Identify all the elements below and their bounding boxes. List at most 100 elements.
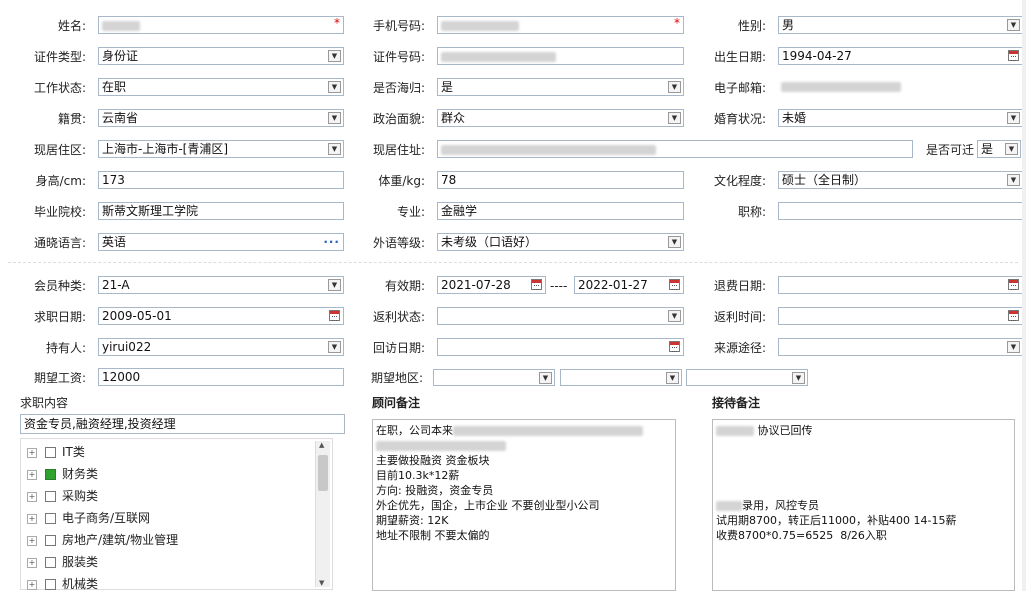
tree-item-it[interactable]: + IT类: [27, 443, 85, 461]
gender-select[interactable]: 男 ▼: [778, 16, 1023, 34]
advisor-note-line: 地址不限制 不要太偏的: [376, 529, 490, 542]
advisor-notes-textarea[interactable]: 在职，公司本来 主要做投融资 资金板块 目前10.3k*12薪 方向: 投融资，…: [372, 419, 676, 591]
idno-field[interactable]: [437, 47, 684, 65]
checkbox[interactable]: [45, 535, 56, 546]
phone-field[interactable]: *: [437, 16, 684, 34]
residence-select[interactable]: 上海市-上海市-[青浦区] ▼: [98, 140, 344, 158]
checkbox[interactable]: [45, 491, 56, 502]
region-city-select[interactable]: ▼: [560, 369, 682, 386]
chevron-down-icon[interactable]: ▼: [328, 341, 341, 353]
page-scrollbar[interactable]: [1022, 0, 1026, 591]
name-field[interactable]: *: [98, 16, 344, 34]
checkbox[interactable]: [45, 579, 56, 590]
calendar-icon[interactable]: [1008, 50, 1019, 61]
expand-icon[interactable]: +: [27, 535, 37, 546]
scroll-thumb[interactable]: [318, 455, 328, 491]
chevron-down-icon[interactable]: ▼: [668, 112, 681, 124]
idtype-select[interactable]: 身份证 ▼: [98, 47, 344, 65]
checkbox[interactable]: [45, 447, 56, 458]
checkbox-checked[interactable]: [45, 469, 56, 480]
scroll-up-icon[interactable]: ▲: [319, 441, 324, 449]
rebatetime-field[interactable]: [778, 307, 1023, 325]
calendar-icon[interactable]: [531, 279, 542, 290]
relocate-select[interactable]: 是 ▼: [977, 140, 1021, 158]
chevron-down-icon[interactable]: ▼: [668, 310, 681, 322]
idtype-label: 证件类型:: [33, 50, 86, 64]
expand-icon[interactable]: +: [27, 469, 37, 480]
advisor-note-line: 目前10.3k*12薪: [376, 469, 460, 482]
chevron-down-icon[interactable]: ▼: [539, 372, 552, 384]
valid-to-field[interactable]: 2022-01-27: [574, 276, 684, 294]
political-select[interactable]: 群众 ▼: [437, 109, 684, 127]
address-field[interactable]: [437, 140, 913, 158]
tree-item-machinery[interactable]: + 机械类: [27, 575, 98, 593]
chevron-down-icon[interactable]: ▼: [1007, 19, 1020, 31]
calendar-icon[interactable]: [669, 279, 680, 290]
school-field[interactable]: 斯蒂文斯理工学院: [98, 202, 344, 220]
foreign-select[interactable]: 未考级（口语好） ▼: [437, 233, 684, 251]
chevron-down-icon[interactable]: ▼: [328, 50, 341, 62]
chevron-down-icon[interactable]: ▼: [328, 112, 341, 124]
language-label: 通晓语言:: [33, 236, 86, 250]
expand-icon[interactable]: +: [27, 491, 37, 502]
checkbox[interactable]: [45, 557, 56, 568]
tree-item-finance[interactable]: + 财务类: [27, 465, 98, 483]
weight-field[interactable]: 78: [437, 171, 684, 189]
region-district-select[interactable]: ▼: [686, 369, 808, 386]
chevron-down-icon[interactable]: ▼: [1007, 174, 1020, 186]
height-field[interactable]: 173: [98, 171, 344, 189]
expand-icon[interactable]: +: [27, 557, 37, 568]
chevron-down-icon[interactable]: ▼: [1005, 143, 1018, 155]
region-province-select[interactable]: ▼: [433, 369, 555, 386]
rebate-select[interactable]: ▼: [437, 307, 684, 325]
tree-item-realestate[interactable]: + 房地产/建筑/物业管理: [27, 531, 178, 549]
reception-notes-textarea[interactable]: 协议已回传 录用，风控专员 试用期8700，转正后11000，补贴400 14-…: [712, 419, 1015, 591]
email-field[interactable]: [778, 78, 1023, 96]
education-select[interactable]: 硕士（全日制） ▼: [778, 171, 1023, 189]
scroll-down-icon[interactable]: ▼: [319, 579, 324, 587]
job-selected-field[interactable]: 资金专员,融资经理,投资经理: [20, 414, 345, 434]
checkbox[interactable]: [45, 513, 56, 524]
jobdate-field[interactable]: 2009-05-01: [98, 307, 344, 325]
native-select[interactable]: 云南省 ▼: [98, 109, 344, 127]
tree-item-ecommerce[interactable]: + 电子商务/互联网: [27, 509, 150, 527]
tree-scrollbar[interactable]: ▲ ▼: [315, 441, 330, 587]
work-select[interactable]: 在职 ▼: [98, 78, 344, 96]
holder-label: 持有人:: [45, 341, 86, 355]
calendar-icon[interactable]: [329, 310, 340, 321]
language-field[interactable]: 英语 ···: [98, 233, 344, 251]
chevron-down-icon[interactable]: ▼: [792, 372, 805, 384]
calendar-icon[interactable]: [669, 341, 680, 352]
holder-select[interactable]: yirui022 ▼: [98, 338, 344, 356]
birth-date-field[interactable]: 1994-04-27: [778, 47, 1023, 65]
job-category-tree: + IT类 + 财务类 + 采购类 + 电子商务/互联网 + 房地产/建筑/物业管理 + 服…: [20, 438, 333, 593]
calendar-icon[interactable]: [1008, 310, 1019, 321]
title-field[interactable]: [778, 202, 1023, 220]
chevron-down-icon[interactable]: ▼: [1007, 112, 1020, 124]
chevron-down-icon[interactable]: ▼: [1007, 341, 1020, 353]
rebatetime-label: 返利时间:: [713, 310, 766, 324]
job-panel-title: 求职内容: [20, 396, 69, 410]
member-select[interactable]: 21-A ▼: [98, 276, 344, 294]
chevron-down-icon[interactable]: ▼: [328, 81, 341, 93]
calendar-icon[interactable]: [1008, 279, 1019, 290]
valid-from-field[interactable]: 2021-07-28: [437, 276, 546, 294]
chevron-down-icon[interactable]: ▼: [668, 81, 681, 93]
marital-select[interactable]: 未婚 ▼: [778, 109, 1023, 127]
tree-item-purchase[interactable]: + 采购类: [27, 487, 98, 505]
returnee-select[interactable]: 是 ▼: [437, 78, 684, 96]
expand-icon[interactable]: +: [27, 579, 37, 590]
chevron-down-icon[interactable]: ▼: [668, 236, 681, 248]
chevron-down-icon[interactable]: ▼: [666, 372, 679, 384]
major-field[interactable]: 金融学: [437, 202, 684, 220]
source-select[interactable]: ▼: [778, 338, 1023, 356]
refund-date-field[interactable]: [778, 276, 1023, 294]
expand-icon[interactable]: +: [27, 513, 37, 524]
visit-date-field[interactable]: [437, 338, 684, 356]
salary-field[interactable]: 12000: [98, 368, 344, 386]
chevron-down-icon[interactable]: ▼: [328, 143, 341, 155]
tree-item-apparel[interactable]: + 服装类: [27, 553, 98, 571]
more-icon[interactable]: ···: [323, 234, 340, 250]
chevron-down-icon[interactable]: ▼: [328, 279, 341, 291]
expand-icon[interactable]: +: [27, 447, 37, 458]
